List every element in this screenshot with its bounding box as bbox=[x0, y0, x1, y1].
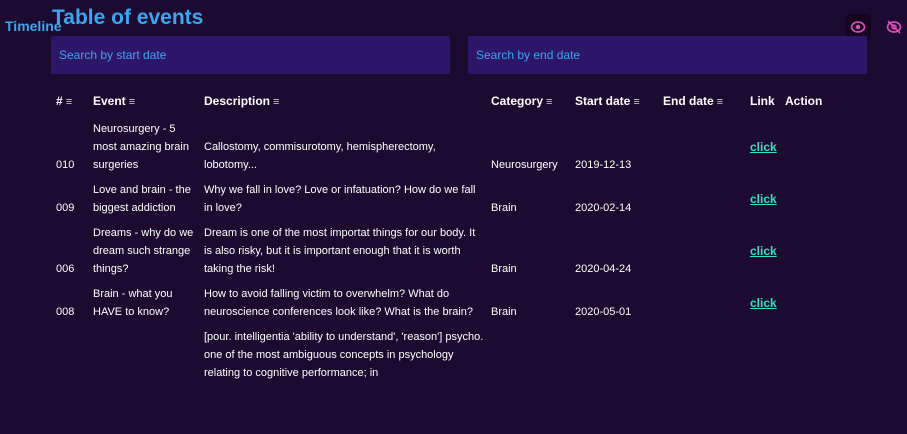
sort-icon[interactable]: ≡ bbox=[717, 96, 723, 108]
row-action bbox=[785, 281, 851, 324]
row-link-cell bbox=[750, 324, 785, 385]
row-number: 009 bbox=[56, 202, 75, 214]
column-header-action: Action bbox=[785, 94, 823, 108]
row-start-date: 2020-04-24 bbox=[575, 263, 632, 275]
eye-icon bbox=[850, 21, 866, 33]
hide-button[interactable] bbox=[881, 14, 907, 40]
search-end-date-input[interactable] bbox=[468, 36, 867, 74]
row-link-cell: click bbox=[750, 177, 785, 220]
table-header-row: # ≡ Event ≡ Description ≡ Category ≡ Start d… bbox=[51, 86, 851, 116]
row-event: Brain - what you HAVE to know? bbox=[93, 288, 173, 318]
row-link-cell: click bbox=[750, 116, 785, 177]
row-number: 006 bbox=[56, 263, 75, 275]
row-end-date bbox=[663, 324, 750, 385]
column-header-link: Link bbox=[750, 94, 775, 108]
row-end-date bbox=[663, 116, 750, 177]
row-end-date bbox=[663, 177, 750, 220]
row-event: Neurosurgery - 5 most amazing brain surg… bbox=[93, 123, 189, 171]
row-action bbox=[785, 177, 851, 220]
row-category: Neurosurgery bbox=[491, 159, 558, 171]
row-number: 008 bbox=[56, 306, 75, 318]
eye-off-icon bbox=[886, 20, 902, 34]
column-header-description[interactable]: Description ≡ bbox=[204, 86, 491, 116]
row-description: [pour. intelligentia 'ability to underst… bbox=[204, 331, 484, 379]
sort-icon[interactable]: ≡ bbox=[66, 96, 72, 108]
row-link-cell: click bbox=[750, 220, 785, 281]
row-description: Dream is one of the most importat things… bbox=[204, 227, 476, 275]
column-header-event[interactable]: Event ≡ bbox=[93, 86, 204, 116]
row-event: Dreams - why do we dream such strange th… bbox=[93, 227, 194, 275]
row-link-cell: click bbox=[750, 281, 785, 324]
sort-icon[interactable]: ≡ bbox=[129, 96, 135, 108]
row-link[interactable]: click bbox=[750, 244, 777, 258]
row-link[interactable]: click bbox=[750, 192, 777, 206]
row-action bbox=[785, 324, 851, 385]
table-row: 009 Love and brain - the biggest addicti… bbox=[51, 177, 851, 220]
column-header-number[interactable]: # ≡ bbox=[51, 86, 93, 116]
sort-icon[interactable]: ≡ bbox=[546, 96, 552, 108]
row-end-date bbox=[663, 281, 750, 324]
column-header-start-date[interactable]: Start date ≡ bbox=[575, 86, 663, 116]
row-category: Brain bbox=[491, 306, 517, 318]
events-table: # ≡ Event ≡ Description ≡ Category ≡ Start d… bbox=[51, 86, 851, 385]
row-category: Brain bbox=[491, 202, 517, 214]
row-link[interactable]: click bbox=[750, 296, 777, 310]
row-description: How to avoid falling victim to overwhelm… bbox=[204, 288, 474, 318]
row-description: Callostomy, commisurotomy, hemispherecto… bbox=[204, 141, 436, 171]
table-row: 008 Brain - what you HAVE to know? How t… bbox=[51, 281, 851, 324]
column-header-category[interactable]: Category ≡ bbox=[491, 86, 575, 116]
table-row: 010 Neurosurgery - 5 most amazing brain … bbox=[51, 116, 851, 177]
row-start-date: 2019-12-13 bbox=[575, 159, 632, 171]
row-link[interactable]: click bbox=[750, 140, 777, 154]
row-event bbox=[93, 324, 204, 385]
sort-icon[interactable]: ≡ bbox=[273, 96, 279, 108]
row-description: Why we fall in love? Love or infatuation… bbox=[204, 184, 476, 214]
row-end-date bbox=[663, 220, 750, 281]
row-number bbox=[51, 324, 93, 385]
table-row: 006 Dreams - why do we dream such strang… bbox=[51, 220, 851, 281]
row-action bbox=[785, 220, 851, 281]
search-start-date-input[interactable] bbox=[51, 36, 450, 74]
row-start-date: 2020-05-01 bbox=[575, 306, 632, 318]
row-category bbox=[491, 324, 575, 385]
row-category: Brain bbox=[491, 263, 517, 275]
table-row: [pour. intelligentia 'ability to underst… bbox=[51, 324, 851, 385]
row-start-date bbox=[575, 324, 663, 385]
row-start-date: 2020-02-14 bbox=[575, 202, 632, 214]
row-event: Love and brain - the biggest addiction bbox=[93, 184, 191, 214]
row-action bbox=[785, 116, 851, 177]
sort-icon[interactable]: ≡ bbox=[633, 96, 639, 108]
column-header-end-date[interactable]: End date ≡ bbox=[663, 86, 750, 116]
row-number: 010 bbox=[56, 159, 75, 171]
page-title: Table of events bbox=[52, 6, 204, 29]
